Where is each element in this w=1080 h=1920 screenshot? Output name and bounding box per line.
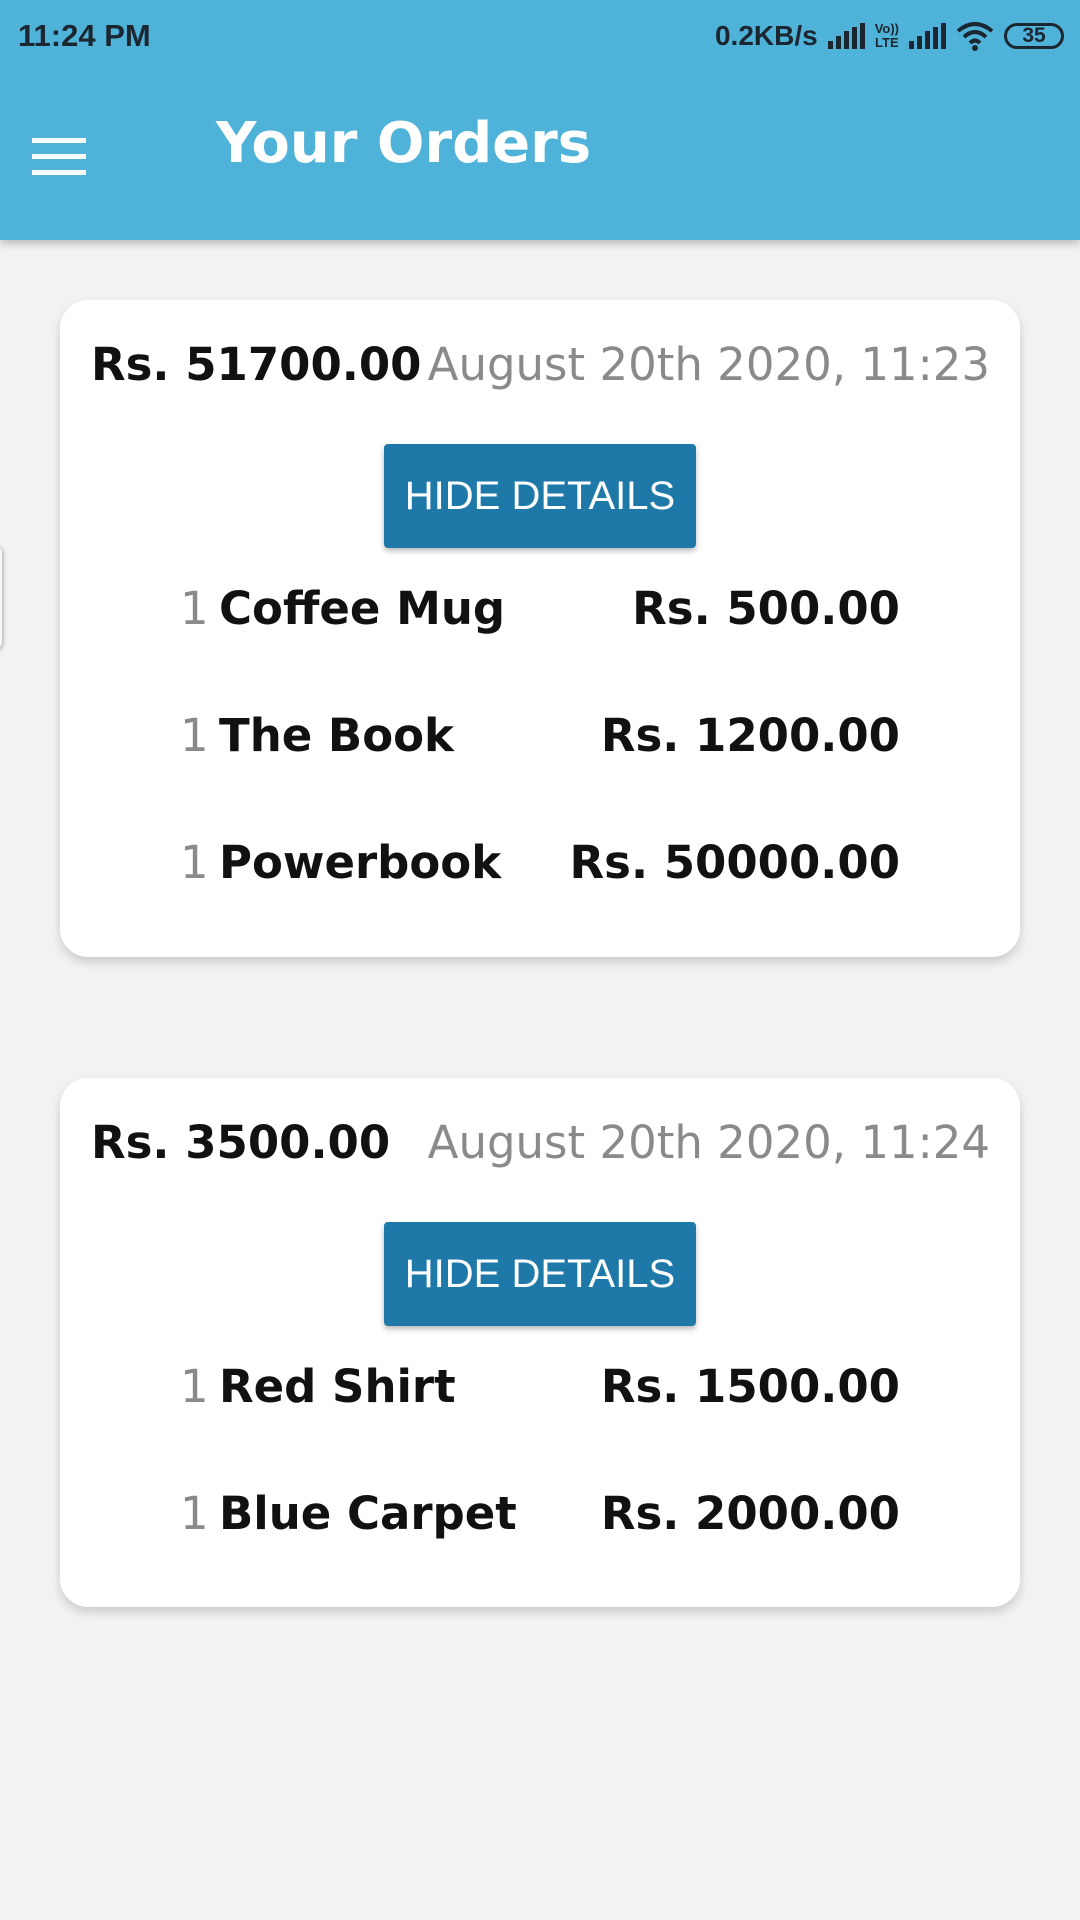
status-icons: 0.2KB/s Vo)) LTE 35 (715, 18, 1064, 54)
order-item: 1 The Book Rs. 1200.00 (60, 709, 1020, 769)
item-name: Red Shirt (219, 1360, 456, 1413)
order-date: August 20th 2020, 11:24 (427, 1116, 990, 1169)
item-name: Blue Carpet (219, 1487, 517, 1540)
order-item: 1 Powerbook Rs. 50000.00 (60, 836, 1020, 896)
item-price: Rs. 2000.00 (600, 1487, 900, 1540)
order-item: 1 Coffee Mug Rs. 500.00 (60, 582, 1020, 642)
status-time: 11:24 PM (18, 18, 151, 53)
item-price: Rs. 1200.00 (600, 709, 900, 762)
order-total: Rs. 3500.00 (91, 1116, 391, 1169)
hide-details-button[interactable]: HIDE DETAILS (384, 444, 696, 548)
order-item: 1 Blue Carpet Rs. 2000.00 (60, 1487, 1020, 1547)
order-card: Rs. 51700.00 August 20th 2020, 11:23 HID… (60, 300, 1020, 957)
hamburger-menu-icon[interactable] (32, 138, 86, 186)
item-quantity: 1 (180, 582, 209, 635)
page-title: Your Orders (216, 111, 592, 176)
item-quantity: 1 (180, 836, 209, 889)
signal-icon-2 (909, 23, 946, 49)
app-bar: 11:24 PM 0.2KB/s Vo)) LTE 35 Your Orders (0, 0, 1080, 240)
item-name: Powerbook (219, 836, 502, 889)
signal-icon (827, 23, 865, 49)
order-card: Rs. 3500.00 August 20th 2020, 11:24 HIDE… (60, 1078, 1020, 1607)
item-name: The Book (219, 709, 454, 762)
order-item: 1 Red Shirt Rs. 1500.00 (60, 1360, 1020, 1420)
drawer-edge-handle[interactable] (0, 545, 2, 650)
order-total: Rs. 51700.00 (91, 338, 422, 391)
item-name: Coffee Mug (219, 582, 506, 635)
item-quantity: 1 (180, 1360, 209, 1413)
volte-icon: Vo)) LTE (874, 21, 899, 50)
order-date: August 20th 2020, 11:23 (427, 338, 990, 391)
item-price: Rs. 500.00 (632, 582, 900, 635)
network-speed: 0.2KB/s (714, 20, 818, 51)
item-quantity: 1 (180, 1487, 209, 1540)
item-price: Rs. 50000.00 (569, 836, 900, 889)
item-quantity: 1 (180, 709, 209, 762)
item-price: Rs. 1500.00 (600, 1360, 900, 1413)
wifi-icon (956, 22, 994, 51)
hide-details-button[interactable]: HIDE DETAILS (384, 1222, 696, 1326)
battery-icon: 35 (1004, 23, 1064, 49)
